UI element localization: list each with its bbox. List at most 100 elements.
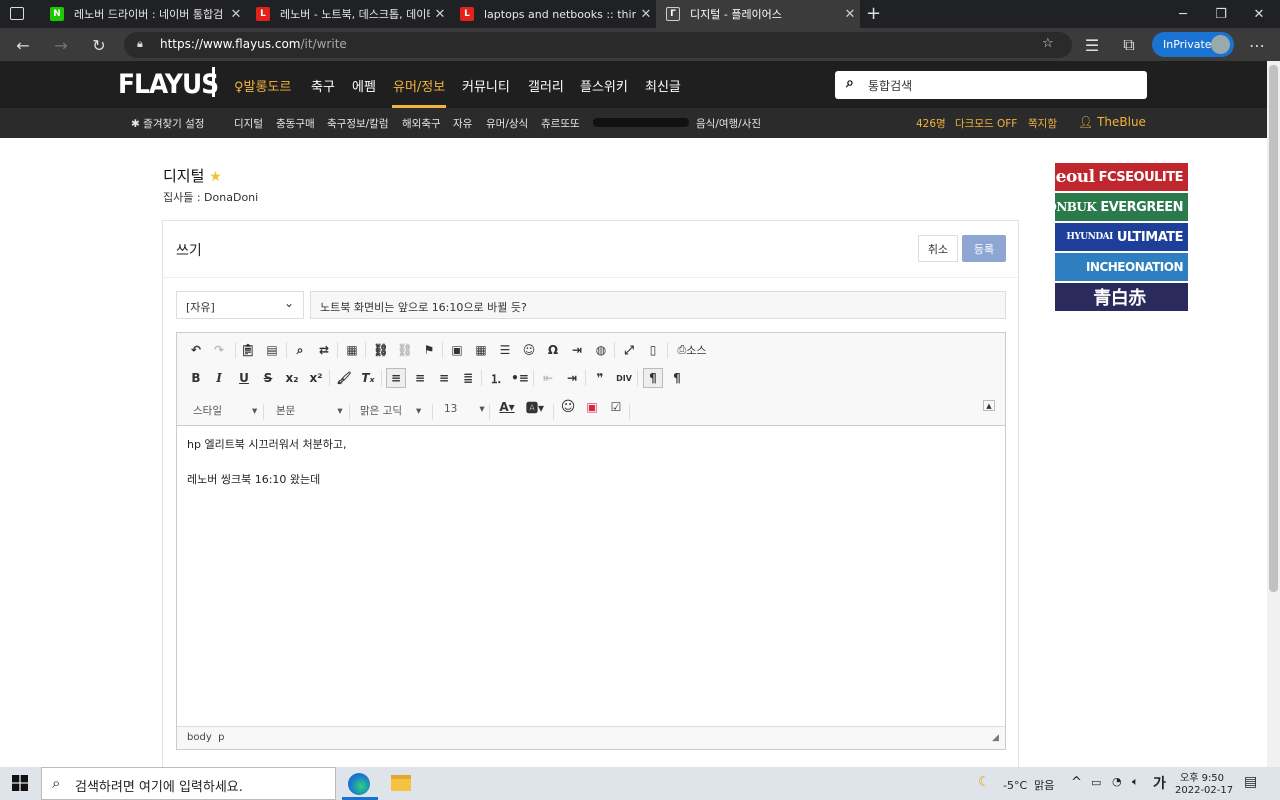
subscript-icon[interactable]: x₂ [282, 368, 302, 388]
align-justify-icon[interactable]: ≣ [458, 368, 478, 388]
close-window-icon[interactable]: ✕ [1240, 0, 1278, 28]
banner-hyundai[interactable]: HYUNDAI ULTIMATE [1055, 223, 1188, 251]
close-icon[interactable]: ✕ [430, 7, 450, 22]
browser-tab-2[interactable]: L 레노버 - 노트북, 데스크톱, 데이터 ✕ [246, 0, 450, 28]
iframe-icon[interactable]: ◍ [591, 340, 611, 360]
banner-blue-white-red[interactable]: 青白赤 [1055, 283, 1188, 311]
paste-text-icon[interactable]: ▤ [262, 340, 282, 360]
messages-link[interactable]: 쪽지함 [1028, 116, 1057, 131]
subnav-free[interactable]: 자유 [453, 116, 472, 131]
notification-icon[interactable]: ▤ [1244, 774, 1257, 790]
color-image-icon[interactable]: ▣ [582, 397, 602, 417]
subnav-digital[interactable]: 디지털 [234, 116, 263, 131]
align-left-icon[interactable]: ≡ [386, 368, 406, 388]
nav-community[interactable]: 커뮤니티 [462, 76, 510, 95]
image-icon[interactable]: ▣ [447, 340, 467, 360]
url-field[interactable]: 🔒︎ https://www.flayus.com/it/write ☆ [124, 32, 1072, 58]
subnav-churu[interactable]: 츄르또또 [541, 116, 580, 131]
style-dropdown[interactable]: 스타일 ▾ [193, 403, 257, 418]
cancel-button[interactable]: 취소 [918, 235, 958, 262]
indent-icon[interactable]: ⇥ [562, 368, 582, 388]
subnav-impulse[interactable]: 충동구매 [276, 116, 315, 131]
italic-icon[interactable]: I [209, 368, 229, 388]
nav-humor-info[interactable]: 유머/정보 [393, 76, 445, 95]
browser-tab-1[interactable]: N 레노버 드라이버 : 네이버 통합검 ✕ [40, 0, 246, 28]
link-icon[interactable]: ⛓ [371, 340, 391, 360]
underline-icon[interactable]: U [234, 368, 254, 388]
subnav-column[interactable]: 축구정보/칼럼 [327, 116, 389, 131]
align-right-icon[interactable]: ≡ [434, 368, 454, 388]
editor-content[interactable]: hp 엘리트북 시끄러워서 처분하고, 레노버 씽크북 16:10 왔는데 [187, 436, 347, 489]
outdent-icon[interactable]: ⇤ [538, 368, 558, 388]
inprivate-badge[interactable]: InPrivate [1152, 32, 1234, 57]
special-char-icon[interactable]: Ω [543, 340, 563, 360]
page-scrollbar[interactable] [1267, 61, 1280, 767]
windows-start-icon[interactable] [12, 775, 28, 791]
close-icon[interactable]: ✕ [226, 7, 246, 22]
category-select[interactable]: [자유] ⌄ [176, 291, 304, 319]
ltr-icon[interactable]: ¶ [643, 368, 663, 388]
wifi-icon[interactable]: ◔ [1112, 775, 1122, 788]
emoji-icon[interactable]: ☺ [558, 397, 578, 417]
collections-icon[interactable]: ⧉ [1118, 34, 1140, 56]
resize-handle-icon[interactable]: ◢ [992, 733, 999, 743]
subnav-humor[interactable]: 유머/상식 [486, 116, 528, 131]
back-icon[interactable]: ← [12, 34, 34, 56]
browser-tab-3[interactable]: L laptops and netbooks :: thinkboo ✕ [450, 0, 656, 28]
restore-icon[interactable]: ❐ [1202, 0, 1240, 28]
blockquote-icon[interactable]: ❞ [590, 368, 610, 388]
close-icon[interactable]: ✕ [840, 7, 860, 22]
unlink-icon[interactable]: ⛓ [395, 340, 415, 360]
favorite-star-icon[interactable]: ★ [209, 169, 222, 185]
element-path[interactable]: body p [187, 732, 224, 743]
site-logo[interactable]: FLAYUS [118, 69, 219, 100]
ime-indicator[interactable]: 가 [1153, 773, 1166, 793]
remove-format-icon[interactable]: Tₓ [358, 368, 378, 388]
nav-latest[interactable]: 최신글 [645, 76, 681, 95]
undo-icon[interactable]: ↶ [186, 340, 206, 360]
horizontal-line-icon[interactable]: ☰ [495, 340, 515, 360]
anchor-flag-icon[interactable]: ⚑ [419, 340, 439, 360]
minimize-icon[interactable]: ─ [1164, 0, 1202, 28]
nav-fm[interactable]: 에펨 [352, 76, 376, 95]
maximize-icon[interactable]: ⤢ [619, 340, 639, 360]
strikethrough-icon[interactable]: S [258, 368, 278, 388]
redo-icon[interactable]: ↷ [209, 340, 229, 360]
clock-date[interactable]: 2022-02-17 [1175, 785, 1233, 796]
clock-time[interactable]: 오후 9:50 [1180, 769, 1224, 784]
tab-actions-icon[interactable] [10, 7, 24, 20]
bold-icon[interactable]: B [186, 368, 206, 388]
weather-text[interactable]: -5°C 맑음 [1003, 777, 1054, 793]
banner-jeonbuk[interactable]: JEONBUK EVERGREEN [1033, 193, 1188, 221]
new-tab-icon[interactable]: + [866, 3, 881, 24]
browser-tab-4[interactable]: Γ 디지털 - 플레이어스 ✕ [656, 0, 860, 28]
banner-incheon[interactable]: INCHEONATION [1055, 253, 1188, 281]
replace-icon[interactable]: ⇄ [314, 340, 334, 360]
text-color-icon[interactable]: A▾ [497, 397, 517, 417]
favorites-icon[interactable]: ☰ [1081, 34, 1103, 56]
refresh-icon[interactable]: ↻ [88, 34, 110, 56]
superscript-icon[interactable]: x² [306, 368, 326, 388]
format-painter-icon[interactable]: 🖌︎ [334, 368, 354, 388]
nav-gallery[interactable]: 갤러리 [528, 76, 564, 95]
template-icon[interactable]: ▦ [342, 340, 362, 360]
table-icon[interactable]: ▦ [471, 340, 491, 360]
nav-wiki[interactable]: 플스위키 [580, 76, 628, 95]
bulleted-list-icon[interactable]: •≡ [510, 368, 530, 388]
network-icon[interactable]: ▭ [1091, 776, 1101, 789]
subject-input[interactable]: 노트북 화면비는 앞으로 16:10으로 바뀔 듯? [310, 291, 1006, 319]
checkbox-icon[interactable]: ☑ [606, 397, 626, 417]
user-link[interactable]: 👤︎ TheBlue [1078, 115, 1146, 129]
paste-icon[interactable]: 📋︎ [238, 340, 258, 360]
nav-ballondor[interactable]: ♀발롱도르 [234, 76, 291, 95]
smiley-icon[interactable]: ☺ [519, 340, 539, 360]
volume-icon[interactable]: 🔈︎ [1132, 775, 1139, 789]
div-container-icon[interactable]: DIV [614, 368, 634, 388]
font-dropdown[interactable]: 맑은 고딕 ▾ [360, 403, 421, 418]
favorite-star-icon[interactable]: ☆ [1042, 36, 1054, 51]
format-dropdown[interactable]: 본문 ▾ [276, 403, 343, 418]
edge-icon[interactable] [348, 773, 370, 795]
page-break-icon[interactable]: ⇥ [567, 340, 587, 360]
bg-color-icon[interactable]: 🅰︎▾ [525, 397, 545, 417]
darkmode-toggle[interactable]: 다크모드 OFF [955, 116, 1017, 131]
